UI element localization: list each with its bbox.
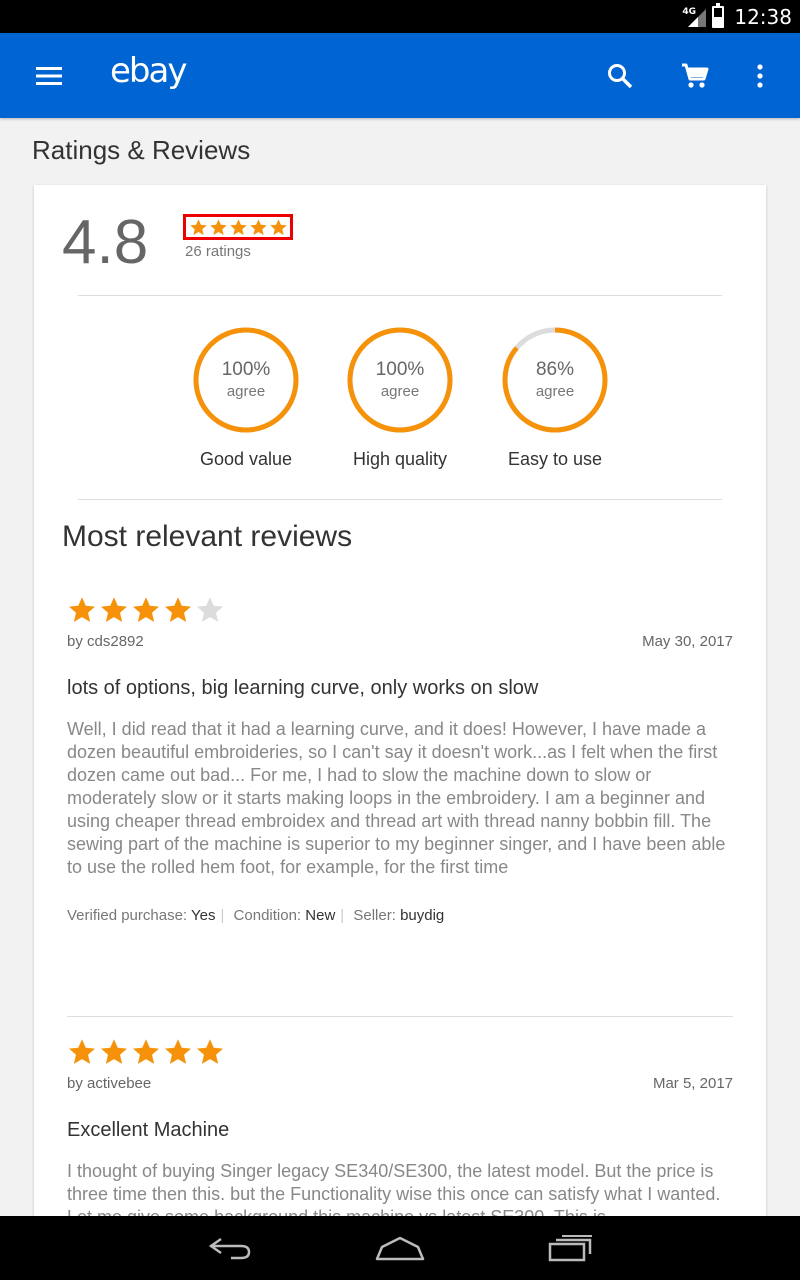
navigation-bar [0,1216,800,1280]
clock: 12:38 [734,4,792,29]
attribute-label: High quality [352,449,448,469]
progress-ring: 86% agree [502,327,608,433]
agree-label: agree [226,383,266,400]
cart-icon[interactable] [671,52,719,100]
status-icons: 4G 12:38 [682,0,792,33]
recent-apps-icon[interactable] [536,1224,606,1272]
agree-percent: 100% [221,359,271,380]
review-footer: Verified purchase: Yes | Condition: New | … [67,907,733,924]
review-stars [67,595,733,625]
review-item[interactable]: by cds2892 May 30, 2017 lots of options,… [67,595,733,924]
divider [78,295,722,296]
star-filled-icon [69,597,95,622]
verified-label: Verified purchase: [67,907,188,924]
star-filled-icon [249,218,267,235]
home-icon[interactable] [365,1224,435,1272]
review-meta: by activebee Mar 5, 2017 [67,1075,733,1097]
star-filled-icon [133,597,159,622]
star-filled-icon [165,597,191,622]
review-stars [67,1037,733,1067]
divider [78,499,722,500]
separator: | [340,907,345,924]
star-filled-icon [209,218,227,235]
status-bar: 4G 12:38 [0,0,800,33]
more-options-icon[interactable] [736,52,784,100]
search-icon[interactable] [596,52,644,100]
review-body: Well, I did read that it had a learning … [67,719,726,877]
page-title: Ratings & Reviews [32,135,251,165]
star-filled-icon [101,1039,127,1064]
review-title: Excellent Machine [67,1119,230,1141]
review-author: by cds2892 [67,633,144,650]
star-filled-icon [69,1039,95,1064]
ratings-card: 4.8 26 ratings 100% agree Good value 100… [34,185,766,1225]
agree-percent: 100% [375,359,425,380]
condition-label: Condition: [233,907,302,924]
verified-value: Yes [190,907,216,924]
section-title: Most relevant reviews [62,520,353,553]
signal-icon: 4G [682,5,707,29]
star-filled-icon [101,597,127,622]
star-filled-icon [197,1039,223,1064]
app-bar: ebay [0,33,800,118]
review-title: lots of options, big learning curve, onl… [67,677,539,699]
ratings-count: 26 ratings [185,243,251,260]
review-date: May 30, 2017 [642,633,733,650]
review-item[interactable]: by activebee Mar 5, 2017 Excellent Machi… [67,1037,733,1225]
seller-label: Seller: [353,907,396,924]
progress-ring: 100% agree [347,327,453,433]
review-meta: by cds2892 May 30, 2017 [67,633,733,655]
attribute-good-value: 100% agree Good value [171,327,321,470]
back-icon[interactable] [195,1224,265,1272]
seller-value: buydig [400,907,445,924]
condition-value: New [305,907,336,924]
attribute-label: Good value [199,449,293,469]
star-filled-icon [133,1039,159,1064]
agree-label: agree [380,383,420,400]
ebay-logo[interactable]: ebay [110,51,187,91]
menu-icon[interactable] [25,52,73,100]
attribute-high-quality: 100% agree High quality [325,327,475,470]
progress-ring: 100% agree [193,327,299,433]
star-filled-icon [269,218,287,235]
star-empty-icon [197,597,223,622]
battery-icon [712,2,725,28]
review-author: by activebee [67,1075,152,1092]
attribute-easy-to-use: 86% agree Easy to use [480,327,630,470]
agree-label: agree [535,383,575,400]
star-filled-icon [189,218,207,235]
star-filled-icon [165,1039,191,1064]
attribute-label: Easy to use [507,449,603,469]
average-rating: 4.8 [62,208,149,277]
summary-stars[interactable] [183,214,293,240]
divider [67,1016,733,1017]
review-date: Mar 5, 2017 [652,1075,733,1092]
star-filled-icon [229,218,247,235]
agree-percent: 86% [535,359,575,380]
separator: | [220,907,225,924]
